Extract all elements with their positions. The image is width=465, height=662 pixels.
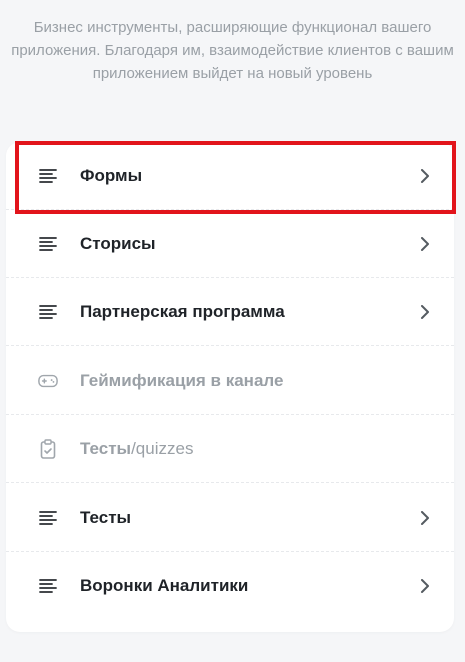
list-item-label: Формы	[80, 165, 143, 185]
list-item-tests[interactable]: Тесты	[6, 484, 454, 552]
lines-icon	[38, 166, 58, 186]
list-item-analytics-funnels[interactable]: Воронки Аналитики	[6, 552, 454, 620]
list-item-label: Тесты/quizzes	[80, 439, 193, 459]
lines-icon	[38, 302, 58, 322]
gamepad-icon	[38, 371, 58, 391]
label-main: Тесты	[80, 438, 132, 458]
clipboard-icon	[38, 438, 58, 459]
lines-icon	[38, 234, 58, 254]
label-tail: /quizzes	[131, 438, 194, 458]
list-item-label: Геймификация в канале	[80, 370, 284, 390]
list-item-partner-program[interactable]: Партнерская программа	[6, 278, 454, 346]
chevron-right-icon	[418, 579, 432, 593]
lines-icon	[38, 576, 58, 596]
tools-list: Формы Сторисы Партнерская программа Гейм…	[6, 142, 454, 632]
list-item-label: Тесты	[80, 507, 132, 527]
list-item-forms[interactable]: Формы	[6, 142, 454, 210]
list-item-label: Партнерская программа	[80, 301, 285, 321]
chevron-right-icon	[418, 510, 432, 525]
list-item-stories[interactable]: Сторисы	[6, 210, 454, 278]
list-item-label: Воронки Аналитики	[80, 576, 249, 595]
list-item-label: Сторисы	[80, 233, 156, 253]
list-item-gamification: Геймификация в канале	[6, 347, 454, 415]
chevron-right-icon	[418, 236, 432, 251]
lines-icon	[38, 508, 58, 528]
chevron-right-icon	[418, 304, 432, 319]
list-item-tests-quizzes: Тесты/quizzes	[6, 415, 454, 483]
section-description: Бизнес инструменты, расширяющие функцион…	[11, 19, 454, 82]
chevron-right-icon	[418, 168, 432, 183]
